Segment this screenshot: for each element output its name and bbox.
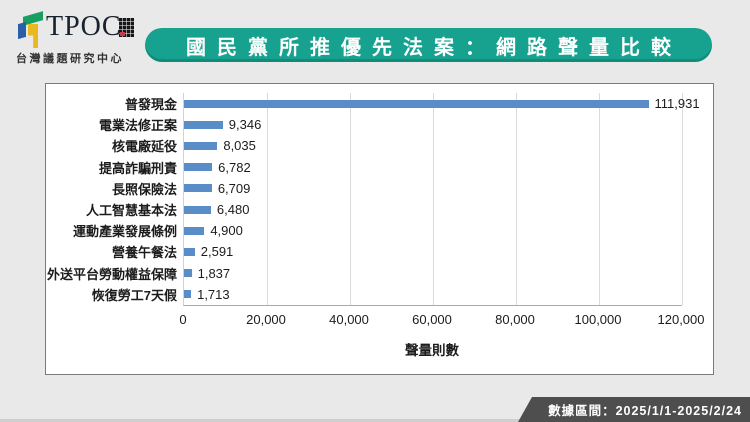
bar [184, 269, 192, 277]
gridline [682, 93, 683, 305]
value-label: 111,931 [655, 97, 700, 110]
value-label: 6,709 [218, 182, 251, 195]
x-tick-label: 40,000 [329, 312, 369, 327]
bar [184, 206, 211, 214]
bar [184, 100, 649, 108]
category-label: 提高詐騙刑責 [50, 157, 177, 178]
category-label: 外送平台勞動權益保障 [50, 263, 177, 284]
x-tick-label: 80,000 [495, 312, 535, 327]
x-tick-label: 120,000 [658, 312, 705, 327]
category-label: 長照保險法 [50, 178, 177, 199]
infographic-page: TPOC 台灣議題研究中心 國民黨所推優先法案：網路聲量比較 普發現金電業法修正… [0, 0, 750, 422]
bar-row: 9,346 [184, 114, 682, 135]
qr-code-icon [119, 18, 134, 37]
bar-row: 6,480 [184, 199, 682, 220]
tpoc-logo-mark-icon [18, 14, 48, 50]
x-axis-ticks: 020,00040,00060,00080,000100,000120,000 [183, 312, 681, 328]
category-label: 恢復勞工7天假 [50, 284, 177, 305]
bar-row: 6,782 [184, 157, 682, 178]
tpoc-logo: TPOC 台灣議題研究中心 [16, 10, 141, 68]
data-range-band: 數據區間：2025/1/1-2025/2/24 [518, 397, 750, 422]
bar [184, 121, 223, 129]
value-label: 9,346 [229, 118, 262, 131]
value-label: 1,713 [197, 288, 230, 301]
bar [184, 142, 217, 150]
bar-row: 4,900 [184, 220, 682, 241]
data-range-label: 數據區間：2025/1/1-2025/2/24 [548, 400, 742, 419]
bar [184, 290, 191, 298]
category-labels: 普發現金電業法修正案核電廠延役提高詐騙刑責長照保險法人工智慧基本法運動產業發展條… [50, 93, 177, 305]
x-tick-label: 0 [179, 312, 186, 327]
chart-title: 國民黨所推優先法案：網路聲量比較 [175, 31, 682, 60]
chart-box: 普發現金電業法修正案核電廠延役提高詐騙刑責長照保險法人工智慧基本法運動產業發展條… [45, 83, 714, 375]
tpoc-logo-subtitle: 台灣議題研究中心 [16, 50, 141, 66]
value-label: 1,837 [198, 267, 231, 280]
bar-row: 1,837 [184, 263, 682, 284]
bar [184, 184, 212, 192]
value-label: 2,591 [201, 245, 234, 258]
x-tick-label: 100,000 [575, 312, 622, 327]
bar-rows: 111,931 9,346 8,035 6,782 6,709 6,480 4,900 2,5… [184, 93, 682, 305]
plot-area: 111,931 9,346 8,035 6,782 6,709 6,480 4,900 2,5… [183, 93, 682, 306]
x-tick-label: 20,000 [246, 312, 286, 327]
category-label: 人工智慧基本法 [50, 199, 177, 220]
category-label: 運動產業發展條例 [50, 220, 177, 241]
bar [184, 227, 204, 235]
tpoc-logo-text: TPOC [46, 12, 122, 42]
bar-row: 1,713 [184, 284, 682, 305]
x-axis-label: 聲量則數 [183, 339, 681, 359]
bar-row: 111,931 [184, 93, 682, 114]
bar-row: 6,709 [184, 178, 682, 199]
category-label: 電業法修正案 [50, 114, 177, 135]
x-tick-label: 60,000 [412, 312, 452, 327]
bar [184, 163, 212, 171]
value-label: 6,782 [218, 161, 251, 174]
value-label: 8,035 [223, 139, 256, 152]
chart-title-banner: 國民黨所推優先法案：網路聲量比較 [145, 28, 712, 62]
category-label: 普發現金 [50, 93, 177, 114]
bar-row: 2,591 [184, 241, 682, 262]
value-label: 6,480 [217, 203, 250, 216]
category-label: 營養午餐法 [50, 241, 177, 262]
bar [184, 248, 195, 256]
value-label: 4,900 [210, 224, 243, 237]
category-label: 核電廠延役 [50, 135, 177, 156]
bar-row: 8,035 [184, 135, 682, 156]
